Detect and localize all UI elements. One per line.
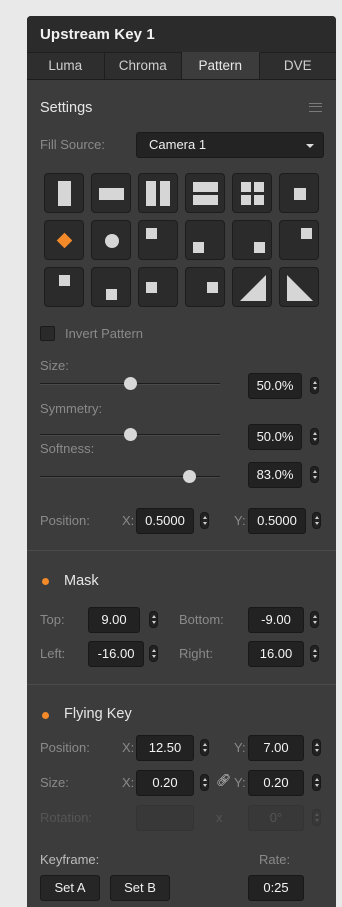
flying-key-size-label: Size: <box>40 775 69 790</box>
mask-top-field[interactable]: 9.00 <box>88 607 140 633</box>
position-label: Position: <box>40 513 90 528</box>
set-a-button[interactable]: Set A <box>40 875 100 901</box>
size-stepper[interactable] <box>310 377 319 394</box>
flying-key-enabled-indicator[interactable] <box>42 712 49 719</box>
set-b-button[interactable]: Set B <box>110 875 170 901</box>
tab-bar: Luma Chroma Pattern DVE <box>27 52 336 80</box>
settings-title: Settings <box>40 100 93 116</box>
flying-key-size-x-field[interactable]: 0.20 <box>136 770 194 796</box>
divider <box>27 550 336 551</box>
symmetry-stepper[interactable] <box>310 428 319 445</box>
flying-key-size-x-label: X: <box>122 775 135 790</box>
upstream-key-panel: Upstream Key 1 Luma Chroma Pattern DVE S… <box>27 16 336 907</box>
position-x-field[interactable]: 0.5000 <box>136 508 194 534</box>
softness-field[interactable]: 83.0% <box>248 462 302 488</box>
top-left-diagonal-icon[interactable] <box>232 267 272 307</box>
fill-source-label: Fill Source: <box>40 137 106 152</box>
position-x-label: X: <box>122 513 135 528</box>
tab-luma[interactable]: Luma <box>27 52 105 79</box>
flying-key-rotation-box <box>136 805 194 831</box>
position-y-stepper[interactable] <box>312 512 321 529</box>
panel-title: Upstream Key 1 <box>40 26 155 43</box>
horizontal-barn-door-icon[interactable] <box>185 173 225 213</box>
size-label: Size: <box>40 358 69 373</box>
mask-right-label: Right: <box>179 646 213 661</box>
invert-pattern-checkbox[interactable] <box>40 326 55 341</box>
keyframe-label: Keyframe: <box>40 852 100 867</box>
mask-right-stepper[interactable] <box>310 645 319 662</box>
symmetry-field[interactable]: 50.0% <box>248 424 302 450</box>
fill-source-select[interactable]: Camera 1 <box>136 132 324 158</box>
position-y-label: Y: <box>234 513 246 528</box>
tab-pattern[interactable]: Pattern <box>182 52 260 79</box>
bottom-right-box-icon[interactable] <box>232 220 272 260</box>
right-center-box-icon[interactable] <box>185 267 225 307</box>
softness-slider-knob[interactable] <box>182 470 196 483</box>
bottom-center-box-icon[interactable] <box>91 267 131 307</box>
size-field[interactable]: 50.0% <box>248 373 302 399</box>
panel-header: Upstream Key 1 <box>27 16 336 52</box>
mask-bottom-label: Bottom: <box>179 612 224 627</box>
mask-title: Mask <box>64 573 99 589</box>
flying-key-rotation-label: Rotation: <box>40 810 93 825</box>
flying-key-rotation-field: 0° <box>248 805 304 831</box>
flying-key-size-x-stepper[interactable] <box>200 774 209 791</box>
mask-right-field[interactable]: 16.00 <box>248 641 304 667</box>
invert-pattern-label: Invert Pattern <box>65 326 144 341</box>
left-center-box-icon[interactable] <box>138 267 178 307</box>
tab-chroma[interactable]: Chroma <box>104 52 182 79</box>
flying-key-size-y-label: Y: <box>234 775 246 790</box>
size-slider-knob[interactable] <box>123 377 137 390</box>
flying-key-position-x-label: X: <box>122 740 135 755</box>
mask-top-label: Top: <box>40 612 65 627</box>
position-y-field[interactable]: 0.5000 <box>248 508 306 534</box>
rate-field[interactable]: 0:25 <box>248 875 304 901</box>
top-right-box-icon[interactable] <box>279 220 319 260</box>
mask-enabled-indicator[interactable] <box>42 578 49 585</box>
flying-key-size-y-stepper[interactable] <box>312 774 321 791</box>
diagonal-wipe-icon <box>287 275 313 301</box>
corners-box-icon[interactable] <box>232 173 272 213</box>
rate-label: Rate: <box>259 852 291 867</box>
top-right-diagonal-icon[interactable] <box>279 267 319 307</box>
rotation-x-label: x <box>216 810 223 825</box>
mask-left-label: Left: <box>40 646 66 661</box>
flying-key-position-x-field[interactable]: 12.50 <box>136 735 194 761</box>
divider <box>27 684 336 685</box>
fill-source-value: Camera 1 <box>149 137 207 152</box>
flying-key-position-y-stepper[interactable] <box>312 739 321 756</box>
softness-label: Softness: <box>40 441 95 456</box>
flying-key-position-y-label: Y: <box>234 740 246 755</box>
mask-left-stepper[interactable] <box>149 645 158 662</box>
diagonal-wipe-icon <box>240 275 266 301</box>
top-left-box-icon[interactable] <box>138 220 178 260</box>
flying-key-position-x-stepper[interactable] <box>200 739 209 756</box>
mask-bottom-stepper[interactable] <box>310 611 319 628</box>
vertical-barn-door-icon[interactable] <box>138 173 178 213</box>
horizontal-bar-icon[interactable] <box>91 173 131 213</box>
diamond-iris-icon[interactable] <box>44 220 84 260</box>
flying-key-rotation-stepper <box>312 809 321 826</box>
vertical-bar-icon[interactable] <box>44 173 84 213</box>
center-box-icon[interactable] <box>279 173 319 213</box>
flying-key-position-label: Position: <box>40 740 90 755</box>
tab-dve[interactable]: DVE <box>259 52 336 79</box>
circle-iris-icon[interactable] <box>91 220 131 260</box>
menu-icon[interactable] <box>309 103 322 112</box>
top-center-box-icon[interactable] <box>44 267 84 307</box>
bottom-left-box-icon[interactable] <box>185 220 225 260</box>
mask-bottom-field[interactable]: -9.00 <box>248 607 304 633</box>
position-x-stepper[interactable] <box>200 512 209 529</box>
mask-top-stepper[interactable] <box>149 611 158 628</box>
chevron-down-icon <box>306 144 314 148</box>
softness-stepper[interactable] <box>310 466 319 483</box>
flying-key-title: Flying Key <box>64 706 132 722</box>
flying-key-size-y-field[interactable]: 0.20 <box>248 770 304 796</box>
flying-key-position-y-field[interactable]: 7.00 <box>248 735 304 761</box>
mask-left-field[interactable]: -16.00 <box>88 641 144 667</box>
symmetry-slider-knob[interactable] <box>123 428 137 441</box>
link-icon[interactable]: 🔗︎ <box>216 773 231 787</box>
symmetry-label: Symmetry: <box>40 401 103 416</box>
